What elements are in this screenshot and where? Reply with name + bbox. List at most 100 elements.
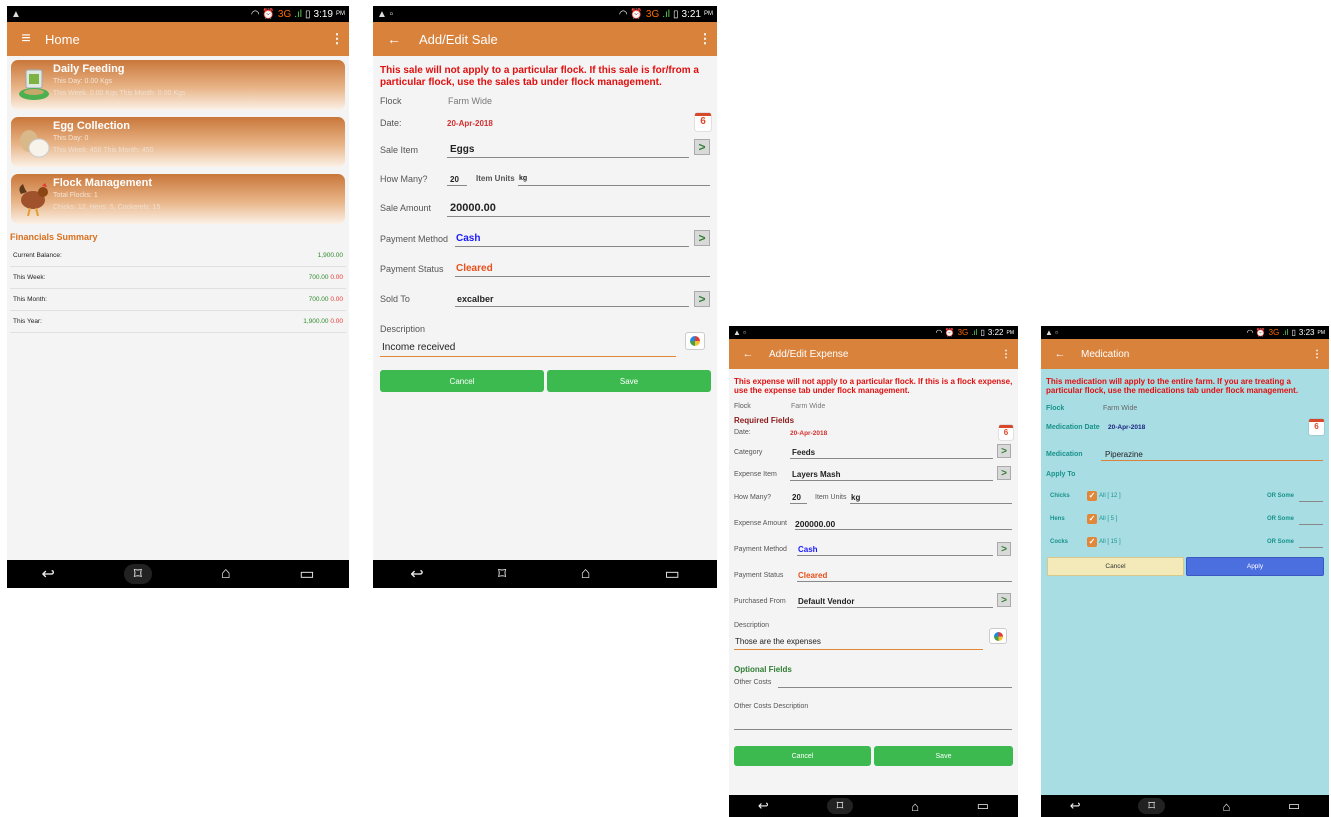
chicks-some-input[interactable]: [1299, 501, 1323, 502]
save-button[interactable]: Save: [547, 370, 711, 392]
screenshot-nav-icon[interactable]: ⌑: [123, 564, 152, 584]
chicks-all-checkbox[interactable]: ✓: [1087, 491, 1097, 501]
tile-title: Egg Collection: [53, 120, 130, 132]
description-value[interactable]: Those are the expenses: [735, 637, 821, 646]
back-arrow-icon[interactable]: ←: [1045, 348, 1075, 360]
how-many-value[interactable]: 20: [792, 493, 801, 502]
cocks-all-checkbox[interactable]: ✓: [1087, 537, 1097, 547]
sold-to-chevron-icon[interactable]: >: [694, 291, 710, 307]
camera-icon[interactable]: [989, 628, 1007, 644]
page-title: Add/Edit Expense: [769, 348, 849, 360]
flock-label: Flock: [1046, 405, 1065, 412]
medication-date-value[interactable]: 20-Apr-2018: [1108, 424, 1145, 431]
status-bar: ▲ ▫ ◠ ⏰ 3G .ıl ▯ 3:21 PM: [373, 6, 717, 22]
hens-some-input[interactable]: [1299, 524, 1323, 525]
payment-status-value[interactable]: Cleared: [456, 263, 493, 274]
payment-method-value[interactable]: Cash: [798, 545, 818, 554]
sale-item-chevron-icon[interactable]: >: [694, 139, 710, 155]
sale-item-label: Sale Item: [380, 145, 419, 155]
cancel-button[interactable]: Cancel: [734, 746, 871, 766]
other-costs-description-label: Other Costs Description: [734, 703, 809, 710]
home-nav-icon[interactable]: ⌂: [1222, 799, 1230, 814]
purchased-from-value[interactable]: Default Vendor: [798, 597, 854, 606]
tile-line: Chicks: 12, Hens: 5, Cockerels: 15: [53, 204, 161, 211]
daily-feeding-tile[interactable]: Daily Feeding This Day: 0.00 Kgs This We…: [11, 60, 345, 110]
category-chevron-icon[interactable]: >: [997, 444, 1011, 458]
recents-nav-icon[interactable]: ▭: [1288, 798, 1300, 814]
payment-status-underline: [797, 581, 1012, 582]
battery-icon: ▯: [980, 328, 985, 337]
app-bar: ≡ Home ⋮: [7, 22, 349, 56]
payment-method-value[interactable]: Cash: [456, 233, 480, 244]
headset-alarm-icons: ◠ ⏰: [935, 328, 955, 337]
home-nav-icon[interactable]: ⌂: [581, 565, 591, 583]
back-arrow-icon[interactable]: ←: [733, 348, 763, 360]
tile-title: Daily Feeding: [53, 63, 125, 75]
flock-label: Flock: [734, 403, 751, 410]
home-nav-icon[interactable]: ⌂: [911, 799, 919, 814]
item-units-value[interactable]: kg: [851, 493, 860, 502]
calendar-icon[interactable]: 6: [695, 113, 711, 131]
date-value[interactable]: 20-Apr-2018: [447, 119, 493, 128]
how-many-value[interactable]: 20: [450, 175, 459, 184]
recents-nav-icon[interactable]: ▭: [299, 564, 314, 584]
back-nav-icon[interactable]: ↩: [1070, 798, 1081, 814]
back-nav-icon[interactable]: ↩: [41, 564, 54, 584]
sold-to-label: Sold To: [380, 294, 410, 304]
expense-amount-value[interactable]: 200000.00: [795, 519, 835, 529]
payment-method-chevron-icon[interactable]: >: [694, 230, 710, 246]
chicks-label: Chicks: [1050, 493, 1070, 499]
overflow-menu-icon[interactable]: ⋮: [325, 31, 349, 47]
item-units-value[interactable]: kg: [519, 175, 527, 182]
cocks-some-input[interactable]: [1299, 547, 1323, 548]
home-screen: ▲ ◠ ⏰ 3G .ıl ▯ 3:19 PM ≡ Home ⋮ Daily Fe…: [7, 6, 349, 588]
chicks-all-label: All [ 12 ]: [1099, 493, 1121, 499]
expense-item-chevron-icon[interactable]: >: [997, 466, 1011, 480]
expense-item-value[interactable]: Layers Mash: [792, 470, 840, 479]
back-nav-icon[interactable]: ↩: [758, 798, 769, 814]
financial-label: This Year:: [13, 318, 42, 325]
payment-method-label: Payment Method: [380, 234, 449, 244]
payment-status-value[interactable]: Cleared: [798, 571, 827, 580]
apply-button[interactable]: Apply: [1186, 557, 1324, 576]
sale-amount-value[interactable]: 20000.00: [450, 202, 496, 214]
recents-nav-icon[interactable]: ▭: [665, 564, 680, 584]
other-costs-description-input[interactable]: [734, 729, 1012, 730]
purchased-from-chevron-icon[interactable]: >: [997, 593, 1011, 607]
flock-management-tile[interactable]: Flock Management Total Flocks: 1 Chicks:…: [11, 174, 345, 224]
payment-method-chevron-icon[interactable]: >: [997, 542, 1011, 556]
status-bar: ▲ ▫ ◠ ⏰ 3G .ıl ▯ 3:22 PM: [729, 326, 1018, 339]
back-nav-icon[interactable]: ↩: [410, 564, 423, 584]
screenshot-nav-icon[interactable]: ⌑: [826, 798, 854, 814]
sold-to-value[interactable]: excalber: [457, 294, 494, 304]
menu-icon[interactable]: ≡: [11, 30, 41, 48]
description-value[interactable]: Income received: [382, 342, 455, 353]
page-title: Home: [45, 31, 80, 47]
other-costs-input[interactable]: [778, 687, 1012, 688]
cancel-button[interactable]: Cancel: [380, 370, 544, 392]
camera-icon[interactable]: [685, 332, 705, 350]
tile-line: This Day: 0.00 Kgs: [53, 78, 113, 85]
back-arrow-icon[interactable]: ←: [379, 31, 409, 47]
overflow-menu-icon[interactable]: ⋮: [1305, 349, 1329, 360]
medication-value[interactable]: Piperazine: [1105, 450, 1143, 459]
clock-ampm: PM: [1006, 329, 1015, 336]
cancel-button[interactable]: Cancel: [1047, 557, 1184, 576]
home-nav-icon[interactable]: ⌂: [221, 565, 231, 583]
sale-item-underline: [447, 157, 689, 158]
recents-nav-icon[interactable]: ▭: [977, 798, 989, 814]
calendar-icon[interactable]: 6: [1309, 419, 1324, 435]
status-bar: ▲ ◠ ⏰ 3G .ıl ▯ 3:19 PM: [7, 6, 349, 22]
overflow-menu-icon[interactable]: ⋮: [693, 31, 717, 47]
egg-collection-tile[interactable]: Egg Collection This Day: 0 This Week: 45…: [11, 117, 345, 167]
hens-all-checkbox[interactable]: ✓: [1087, 514, 1097, 524]
purchased-from-underline: [797, 607, 993, 608]
date-value[interactable]: 20-Apr-2018: [790, 430, 827, 437]
sale-item-value[interactable]: Eggs: [450, 144, 474, 155]
screenshot-nav-icon[interactable]: ⌑: [498, 564, 506, 584]
category-value[interactable]: Feeds: [792, 448, 815, 457]
calendar-icon[interactable]: 6: [999, 425, 1013, 440]
save-button[interactable]: Save: [874, 746, 1013, 766]
screenshot-nav-icon[interactable]: ⌑: [1138, 798, 1165, 814]
overflow-menu-icon[interactable]: ⋮: [994, 349, 1018, 360]
